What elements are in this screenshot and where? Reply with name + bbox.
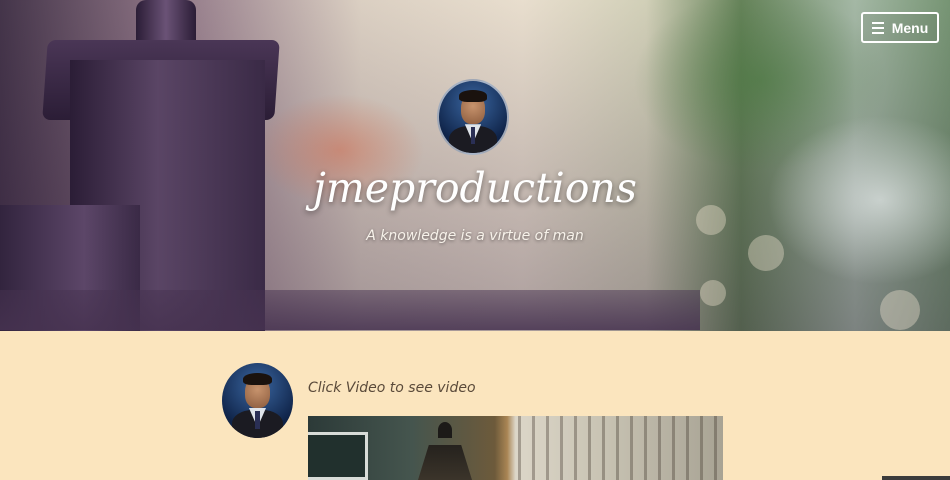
site-title[interactable]: jmeproductions	[0, 164, 950, 212]
window-frame	[308, 432, 368, 480]
bokeh-light	[880, 290, 920, 330]
corner-tab[interactable]	[882, 476, 950, 480]
site-tagline: A knowledge is a virtue of man	[366, 228, 584, 244]
video-thumbnail[interactable]	[308, 416, 723, 480]
post-text: Click Video to see video	[308, 380, 476, 396]
fence-rail	[0, 290, 700, 330]
site-avatar[interactable]	[437, 79, 509, 155]
author-avatar[interactable]	[222, 363, 293, 438]
bokeh-light	[700, 280, 726, 306]
lantern-top	[438, 422, 452, 438]
fence-post-finial	[136, 0, 196, 40]
menu-button[interactable]: Menu	[861, 12, 939, 43]
bare-trees	[518, 416, 723, 480]
menu-button-label: Menu	[891, 19, 929, 36]
hamburger-icon	[871, 21, 884, 34]
hero-banner: Menu jmeproductions A knowledge is a vir…	[0, 0, 950, 331]
